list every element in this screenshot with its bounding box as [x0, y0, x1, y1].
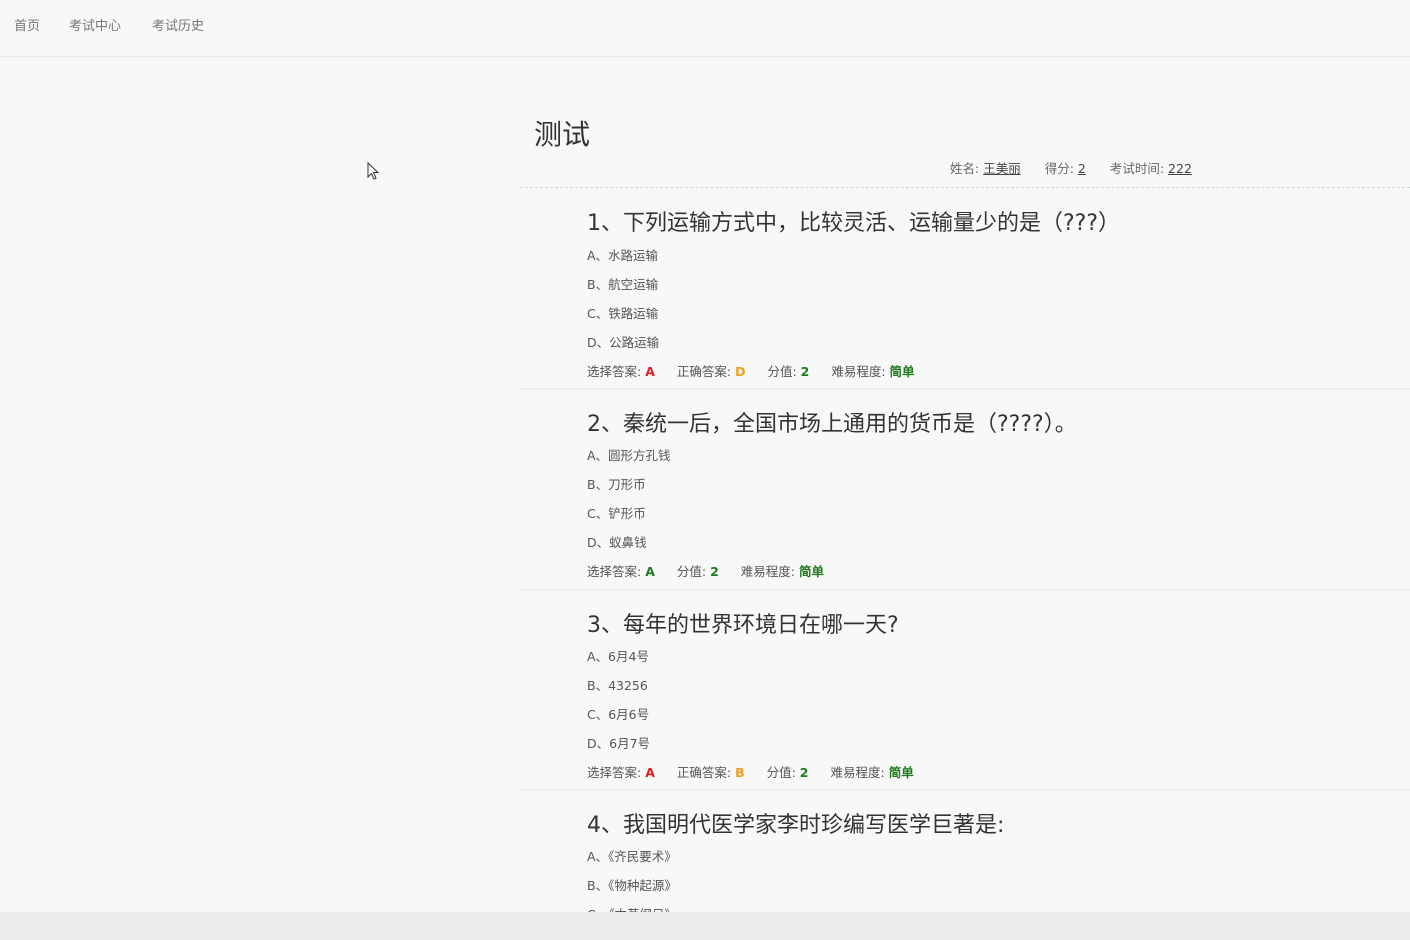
points-value: 2 — [800, 364, 810, 379]
points-value: 2 — [710, 564, 719, 579]
difficulty-label: 难易程度: — [831, 364, 886, 379]
question-title: 2、秦统一后，全国市场上通用的货币是（????）。 — [587, 412, 1077, 437]
question-card: 2、秦统一后，全国市场上通用的货币是（????）。 A、圆形方孔钱 B、刀形币 … — [520, 406, 1410, 591]
option-a: A、6月4号 — [587, 649, 649, 664]
name-field: 姓名: 王美丽 — [950, 161, 1025, 176]
option-d: D、6月7号 — [587, 736, 651, 751]
answer-stats: 选择答案: A 分值: 2 难易程度: 简单 — [587, 561, 842, 580]
question-card: 1、下列运输方式中，比较灵活、运输量少的是（???） A、水路运输 B、航空运输… — [520, 205, 1410, 390]
option-d: D、公路运输 — [587, 335, 660, 350]
points-label: 分值: — [767, 364, 797, 379]
score-field: 得分: 2 — [1045, 161, 1090, 176]
option-c: C、铲形币 — [587, 506, 646, 521]
difficulty-label: 难易程度: — [740, 564, 795, 579]
question-title: 1、下列运输方式中，比较灵活、运输量少的是（???） — [587, 211, 1121, 236]
time-value: 222 — [1168, 161, 1192, 176]
selected-answer: A — [645, 765, 655, 780]
question-title: 3、每年的世界环境日在哪一天? — [587, 613, 899, 638]
option-a: A、水路运输 — [587, 248, 659, 263]
option-a: A、圆形方孔钱 — [587, 448, 671, 463]
difficulty-value: 简单 — [888, 765, 914, 780]
score-value: 2 — [1077, 161, 1086, 176]
option-d: D、蚁鼻钱 — [587, 535, 647, 550]
selected-label: 选择答案: — [587, 765, 642, 780]
answer-stats: 选择答案: A 正确答案: D 分值: 2 难易程度: 简单 — [587, 361, 933, 380]
correct-label: 正确答案: — [676, 765, 732, 780]
exam-header: 测试 姓名: 王美丽 得分: 2 考试时间: 222 — [520, 110, 1410, 188]
nav-exam-center[interactable]: 考试中心 — [69, 15, 121, 34]
question-card: 4、我国明代医学家李时珍编写医学巨著是: A、《齐民要术》 B、《物种起源》 C… — [520, 807, 1410, 912]
correct-answer: D — [735, 364, 746, 379]
exam-meta: 姓名: 王美丽 得分: 2 考试时间: 222 — [950, 158, 1212, 177]
correct-answer: B — [735, 765, 745, 780]
selected-answer: A — [645, 564, 655, 579]
option-b: B、43256 — [587, 678, 648, 693]
nav-exam-history[interactable]: 考试历史 — [152, 15, 204, 34]
points-label: 分值: — [676, 564, 707, 579]
option-c: C、6月6号 — [587, 707, 650, 722]
option-b: B、航空运输 — [587, 277, 659, 292]
option-c: C、铁路运输 — [587, 306, 659, 321]
time-label: 考试时间: — [1109, 161, 1165, 176]
answer-stats: 选择答案: A 正确答案: B 分值: 2 难易程度: 简单 — [587, 762, 932, 781]
difficulty-value: 简单 — [798, 564, 824, 579]
points-value: 2 — [799, 765, 809, 780]
horizontal-scrollbar[interactable] — [0, 912, 1410, 940]
difficulty-label: 难易程度: — [830, 765, 885, 780]
option-b: B、《物种起源》 — [587, 878, 677, 893]
question-card: 3、每年的世界环境日在哪一天? A、6月4号 B、43256 C、6月6号 D、… — [520, 607, 1410, 791]
option-a: A、《齐民要术》 — [587, 849, 677, 864]
name-label: 姓名: — [950, 161, 980, 176]
option-b: B、刀形币 — [587, 477, 646, 492]
option-c: C、《本草纲目》 — [587, 904, 677, 912]
top-navbar: 首页 考试中心 考试历史 — [0, 0, 1410, 57]
score-label: 得分: — [1044, 161, 1074, 176]
selected-label: 选择答案: — [587, 364, 642, 379]
points-label: 分值: — [766, 765, 796, 780]
mouse-pointer-icon — [367, 162, 380, 180]
exam-title: 测试 — [533, 118, 590, 151]
selected-answer: A — [645, 364, 655, 379]
time-field: 考试时间: 222 — [1110, 161, 1192, 176]
name-value: 王美丽 — [983, 161, 1021, 176]
correct-label: 正确答案: — [676, 364, 732, 379]
difficulty-value: 简单 — [889, 364, 915, 379]
nav-home[interactable]: 首页 — [14, 15, 40, 34]
question-title: 4、我国明代医学家李时珍编写医学巨著是: — [587, 813, 1005, 838]
selected-label: 选择答案: — [587, 564, 642, 579]
